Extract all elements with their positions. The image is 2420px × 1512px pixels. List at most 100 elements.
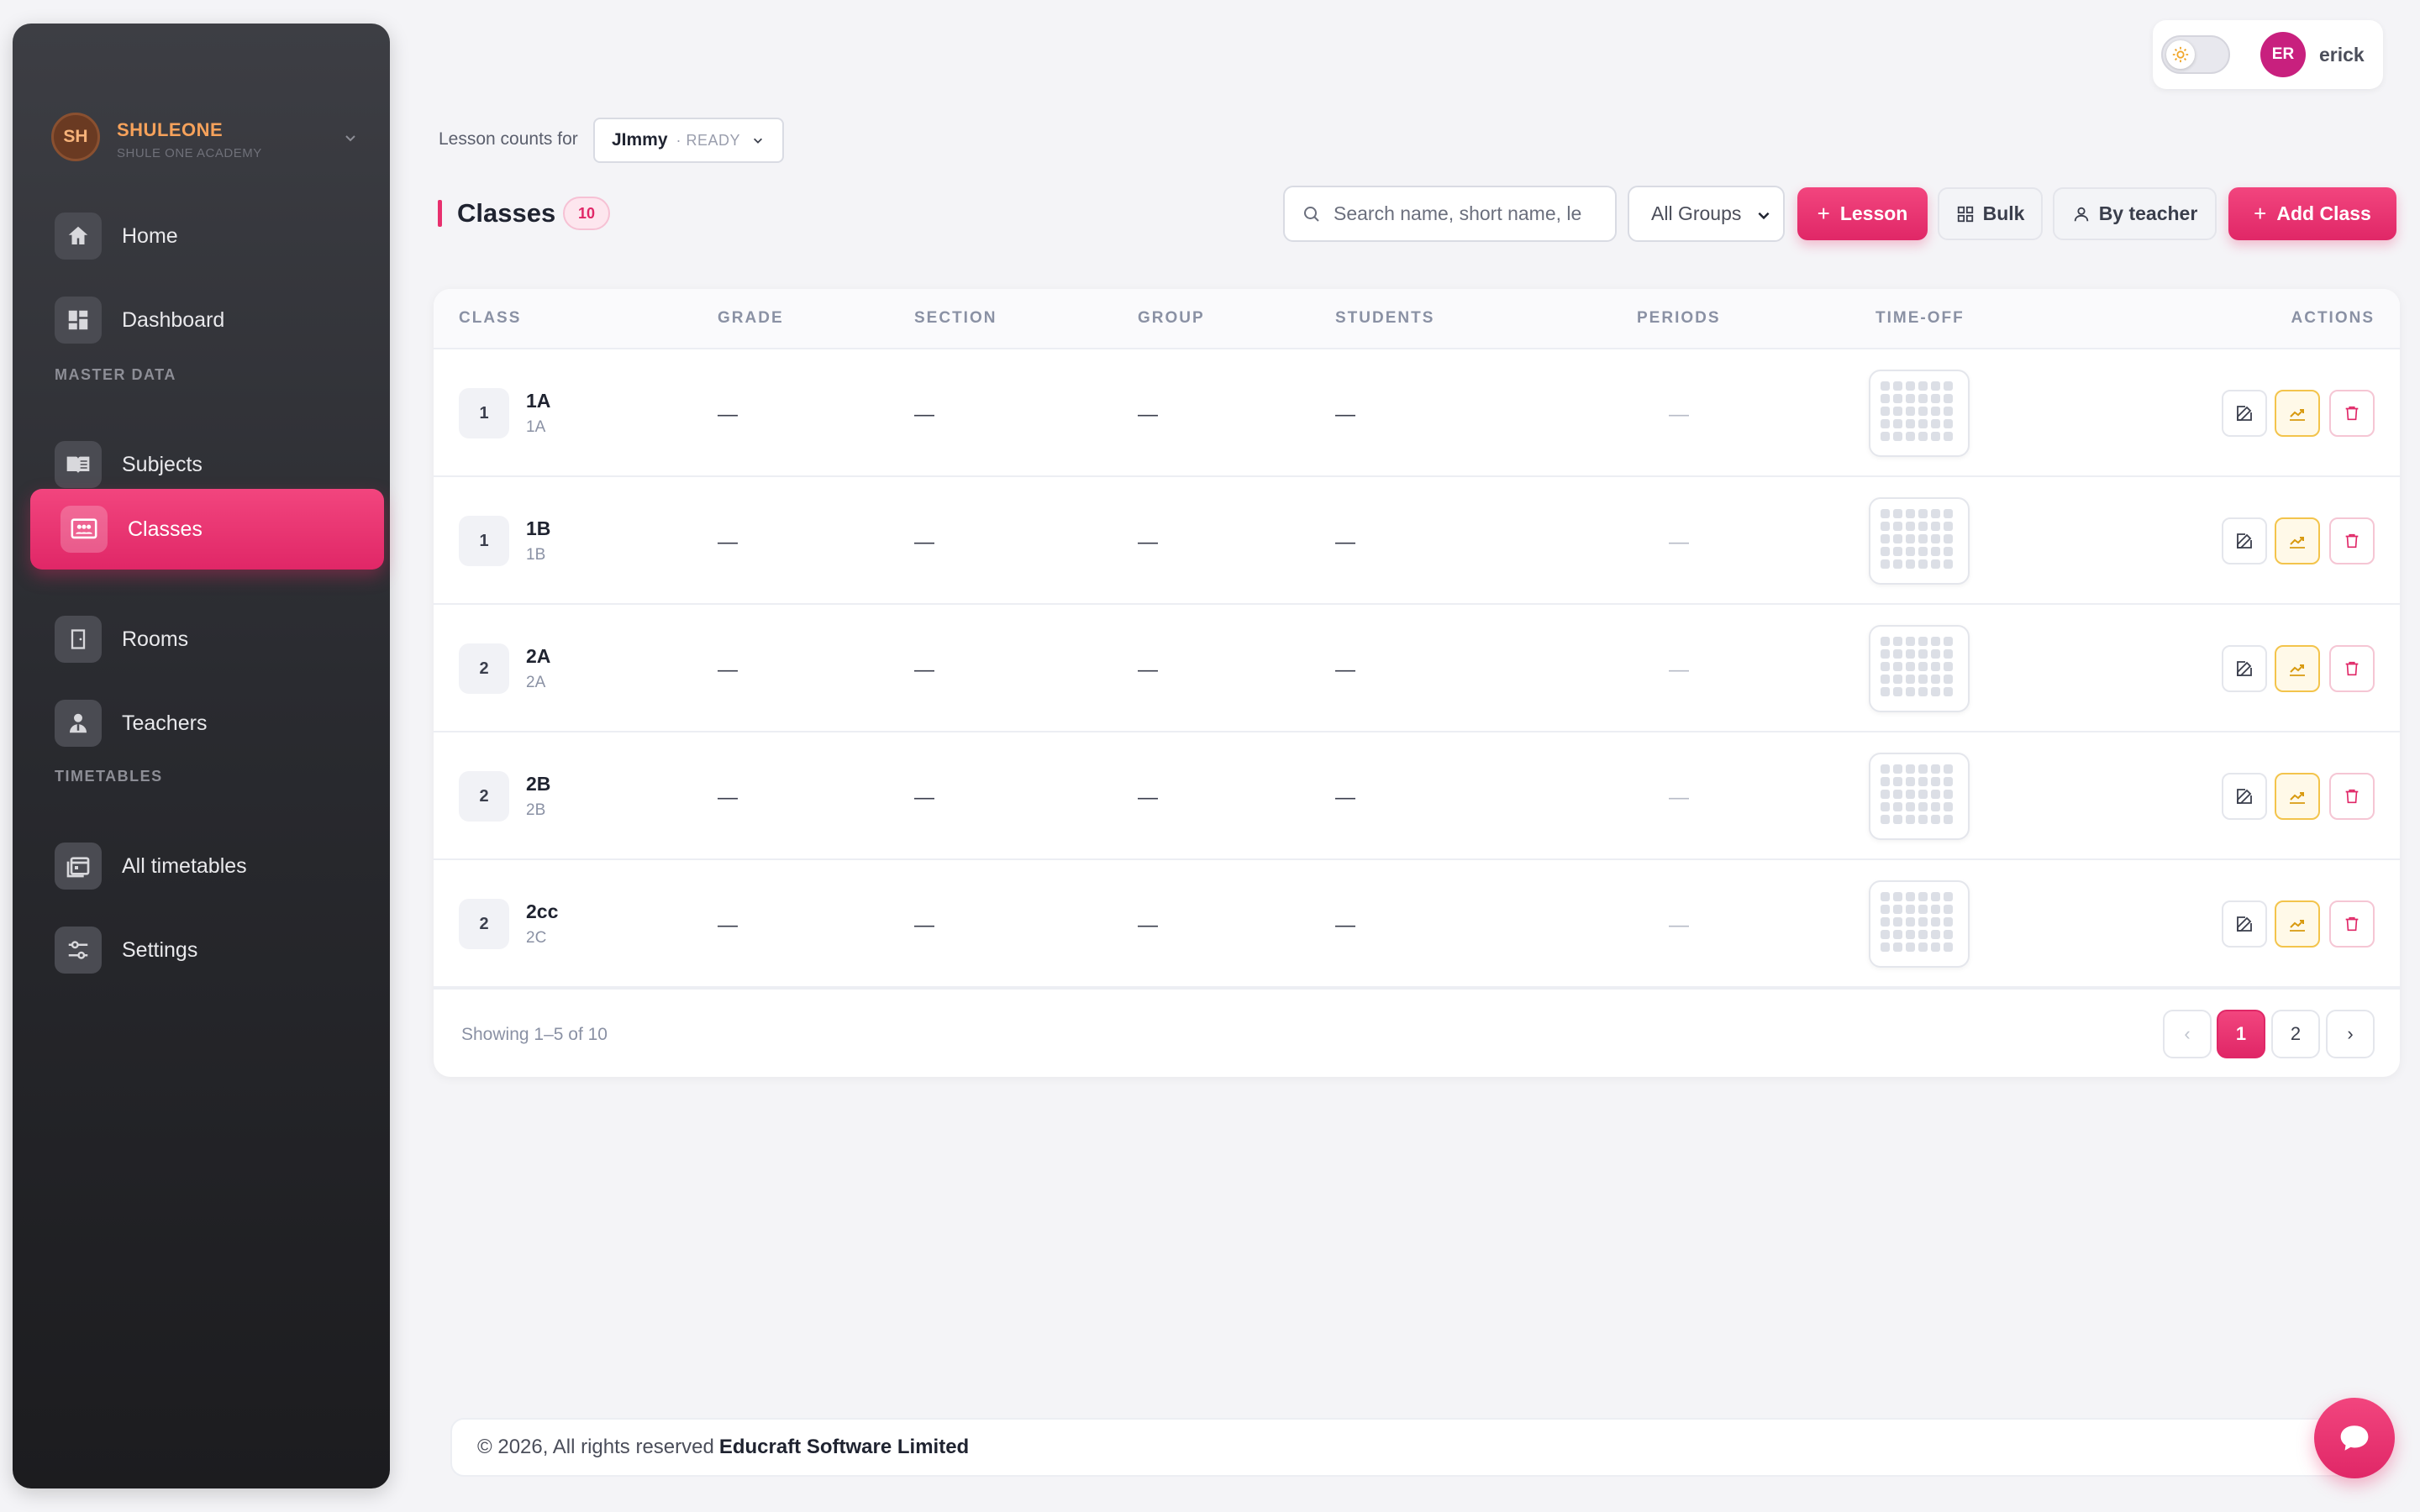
time-off-grid [1881, 509, 1968, 569]
time-off-cell [1931, 419, 1940, 428]
time-off-cell [1918, 559, 1928, 569]
edit-icon [2237, 533, 2252, 549]
sidebar-item-dashboard[interactable]: Dashboard [29, 286, 384, 354]
delete-button[interactable] [2329, 390, 2375, 437]
time-off-cell [1918, 905, 1928, 914]
delete-button[interactable] [2329, 517, 2375, 564]
delete-button[interactable] [2329, 645, 2375, 692]
title-accent [438, 200, 442, 227]
time-off-cell [1918, 687, 1928, 696]
delete-button[interactable] [2329, 773, 2375, 820]
delete-button[interactable] [2329, 900, 2375, 948]
time-off-cell [1918, 815, 1928, 824]
bulk-button[interactable]: Bulk [1938, 187, 2043, 240]
page-button-1[interactable]: 1 [2217, 1010, 2265, 1058]
column-header-section[interactable]: SECTION [914, 309, 997, 328]
time-off-cell [1881, 394, 1890, 403]
column-header-class[interactable]: CLASS [459, 309, 521, 328]
edit-button[interactable] [2222, 517, 2267, 564]
class-grade-number: 1 [459, 388, 509, 438]
by-teacher-button[interactable]: By teacher [2053, 187, 2217, 240]
time-off-cell [1918, 777, 1928, 786]
sidebar-item-rooms[interactable]: Rooms [29, 605, 384, 674]
time-off-cell [1893, 509, 1902, 518]
page-footer: © 2026, All rights reserved Educraft Sof… [450, 1418, 2375, 1477]
add-lesson-button[interactable]: + Lesson [1797, 187, 1928, 240]
user-name[interactable]: erick [2319, 44, 2365, 66]
chevron-down-icon [345, 135, 355, 142]
dashboard-icon [55, 297, 102, 344]
edit-button[interactable] [2222, 773, 2267, 820]
time-off-cell [1931, 662, 1940, 671]
sidebar-item-label: All timetables [122, 853, 247, 878]
column-header-grade[interactable]: GRADE [718, 309, 784, 328]
sidebar-item-label: Teachers [122, 711, 208, 735]
time-off-cell [1906, 522, 1915, 531]
sidebar-item-label: Classes [128, 517, 203, 541]
group-filter-select[interactable]: All Groups [1628, 186, 1785, 242]
add-class-button[interactable]: + Add Class [2228, 187, 2396, 240]
time-off-cell [1918, 509, 1928, 518]
edit-button[interactable] [2222, 900, 2267, 948]
table-row[interactable]: 2 2A 2A — — — — — [434, 605, 2400, 732]
time-off-cell [1881, 534, 1890, 543]
table-row[interactable]: 1 1B 1B — — — — — [434, 477, 2400, 605]
time-off-cell [1893, 432, 1902, 441]
next-page-button[interactable]: › [2326, 1010, 2375, 1058]
column-header-students[interactable]: STUDENTS [1335, 309, 1434, 328]
time-off-cell [1918, 649, 1928, 659]
cell-section: — [914, 403, 934, 426]
time-off-cell [1931, 381, 1940, 391]
time-off-cell [1931, 892, 1940, 901]
search-box[interactable] [1283, 186, 1617, 242]
time-off-cell [1931, 815, 1940, 824]
time-off-grid [1881, 764, 1968, 824]
cell-periods: — [1669, 403, 1689, 426]
chevron-down-icon [754, 138, 763, 144]
avatar[interactable]: ER [2260, 32, 2306, 77]
table-row[interactable]: 1 1A 1A — — — — — [434, 349, 2400, 477]
time-off-grid-button[interactable] [1869, 370, 1970, 457]
time-off-cell [1893, 394, 1902, 403]
sidebar-item-all-timetables[interactable]: All timetables [29, 832, 384, 900]
brand-switcher[interactable]: SH SHULEONE SHULE ONE ACADEMY [39, 91, 376, 161]
time-off-grid-button[interactable] [1869, 880, 1970, 968]
time-off-grid-button[interactable] [1869, 625, 1970, 712]
time-off-grid-button[interactable] [1869, 753, 1970, 840]
chat-button[interactable] [2314, 1398, 2395, 1478]
sidebar-item-classes[interactable]: Classes [30, 489, 384, 570]
time-off-cell [1931, 509, 1940, 518]
time-off-cell [1944, 637, 1953, 646]
page-button-2[interactable]: 2 [2271, 1010, 2320, 1058]
stats-button[interactable] [2275, 645, 2320, 692]
cell-group: — [1138, 786, 1158, 809]
table-row[interactable]: 2 2B 2B — — — — — [434, 732, 2400, 860]
stats-button[interactable] [2275, 900, 2320, 948]
search-input[interactable] [1334, 202, 1586, 225]
class-short-name: 2C [526, 929, 547, 947]
prev-page-button[interactable]: ‹ [2163, 1010, 2212, 1058]
time-off-cell [1906, 687, 1915, 696]
time-off-cell [1881, 381, 1890, 391]
time-off-cell [1881, 790, 1890, 799]
sliders-icon [55, 927, 102, 974]
time-off-cell [1944, 559, 1953, 569]
stats-button[interactable] [2275, 773, 2320, 820]
column-header-group[interactable]: GROUP [1138, 309, 1205, 328]
stats-button[interactable] [2275, 390, 2320, 437]
table-row[interactable]: 2 2cc 2C — — — — — [434, 860, 2400, 988]
edit-button[interactable] [2222, 645, 2267, 692]
sidebar-item-settings[interactable]: Settings [29, 916, 384, 984]
column-header-periods[interactable]: PERIODS [1637, 309, 1721, 328]
sidebar-item-teachers[interactable]: Teachers [29, 689, 384, 758]
stats-button[interactable] [2275, 517, 2320, 564]
table-footer: Showing 1–5 of 10 ‹ 1 2 › [434, 988, 2400, 1077]
lesson-counts-select[interactable]: JImmy · READY [593, 118, 784, 163]
cell-group: — [1138, 914, 1158, 937]
time-off-grid-button[interactable] [1869, 497, 1970, 585]
sidebar-item-home[interactable]: Home [29, 202, 384, 270]
edit-button[interactable] [2222, 390, 2267, 437]
time-off-cell [1881, 547, 1890, 556]
theme-toggle[interactable] [2161, 35, 2230, 74]
brand-subtitle: SHULE ONE ACADEMY [117, 146, 262, 160]
